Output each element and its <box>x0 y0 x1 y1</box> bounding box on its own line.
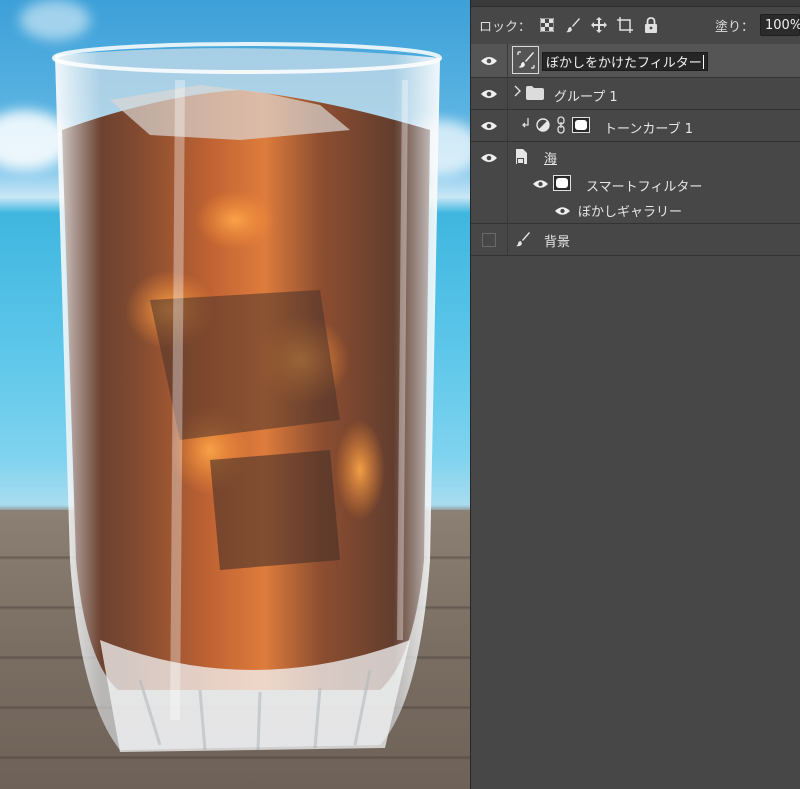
eye-icon <box>481 154 497 162</box>
layer-name-input[interactable]: ぼかしをかけたフィルター <box>542 52 708 71</box>
layer-row-group[interactable]: グループ 1 <box>471 79 800 110</box>
layer-row-background[interactable]: 背景 <box>471 224 800 256</box>
smart-filters-label: スマートフィルター <box>586 180 703 195</box>
lock-all-padlock-icon[interactable] <box>643 17 659 33</box>
layer-row-sea-smart-object[interactable]: 海 スマートフィルター ぼかしギャラリー <box>471 142 800 224</box>
visibility-toggle[interactable] <box>471 224 508 255</box>
visibility-toggle[interactable] <box>471 79 508 109</box>
visibility-toggle[interactable] <box>471 142 508 174</box>
layer-row-tone-curve[interactable]: トーンカーブ 1 <box>471 110 800 142</box>
layer-row-blur-filter[interactable]: ぼかしをかけたフィルター <box>471 44 800 78</box>
blur-gallery-eye-icon[interactable] <box>555 205 570 220</box>
brush-icon <box>515 231 531 251</box>
visibility-spacer <box>471 174 508 224</box>
layer-thumbnail-brush-icon[interactable] <box>512 46 539 74</box>
smart-filter-blur-gallery[interactable]: ぼかしギャラリー <box>578 201 682 220</box>
eye-icon <box>481 121 497 130</box>
eye-icon <box>481 90 497 98</box>
fill-opacity-field[interactable]: 100% <box>760 14 800 36</box>
fill-label: 塗り： <box>714 19 754 35</box>
lock-position-move-icon[interactable] <box>591 17 608 33</box>
smart-filter-mask-thumbnail-icon[interactable] <box>553 175 571 195</box>
layer-name-group: グループ 1 <box>554 90 618 105</box>
layer-mask-thumbnail-icon[interactable] <box>572 117 590 137</box>
document-canvas[interactable] <box>0 0 470 789</box>
chain-link-icon[interactable] <box>556 116 566 138</box>
folder-icon <box>526 86 544 104</box>
smart-filter-eye-icon[interactable] <box>533 178 548 193</box>
layers-panel: ロック： 塗り： 100% ぼかしをかけたフィルター グループ 1 トーンカーブ… <box>471 0 800 789</box>
smart-object-icon <box>515 149 529 169</box>
lock-image-pixels-brush-icon[interactable] <box>565 17 581 33</box>
adjustment-layer-icon <box>536 118 550 136</box>
layer-name-sea: 海 <box>544 152 558 167</box>
chevron-right-icon[interactable] <box>514 85 522 101</box>
panel-top-strip <box>471 0 800 7</box>
lock-transparent-pixels-icon[interactable] <box>539 17 555 33</box>
glass-illustration <box>52 42 442 752</box>
lock-artboard-icon[interactable] <box>617 17 634 33</box>
empty-visibility-box-icon <box>482 232 496 247</box>
eye-icon <box>481 56 497 65</box>
visibility-toggle[interactable] <box>471 110 508 141</box>
text-caret <box>702 54 704 69</box>
lock-label: ロック： <box>479 19 532 35</box>
layer-name-background: 背景 <box>544 235 571 250</box>
clipping-arrow-icon <box>522 118 530 134</box>
layer-name-tone-curve: トーンカーブ 1 <box>604 122 693 137</box>
visibility-toggle[interactable] <box>471 44 508 77</box>
layers-empty-area[interactable] <box>471 257 800 789</box>
lock-bar: ロック： 塗り： 100% <box>471 7 800 43</box>
layer-name-text: ぼかしをかけたフィルター <box>546 56 702 71</box>
